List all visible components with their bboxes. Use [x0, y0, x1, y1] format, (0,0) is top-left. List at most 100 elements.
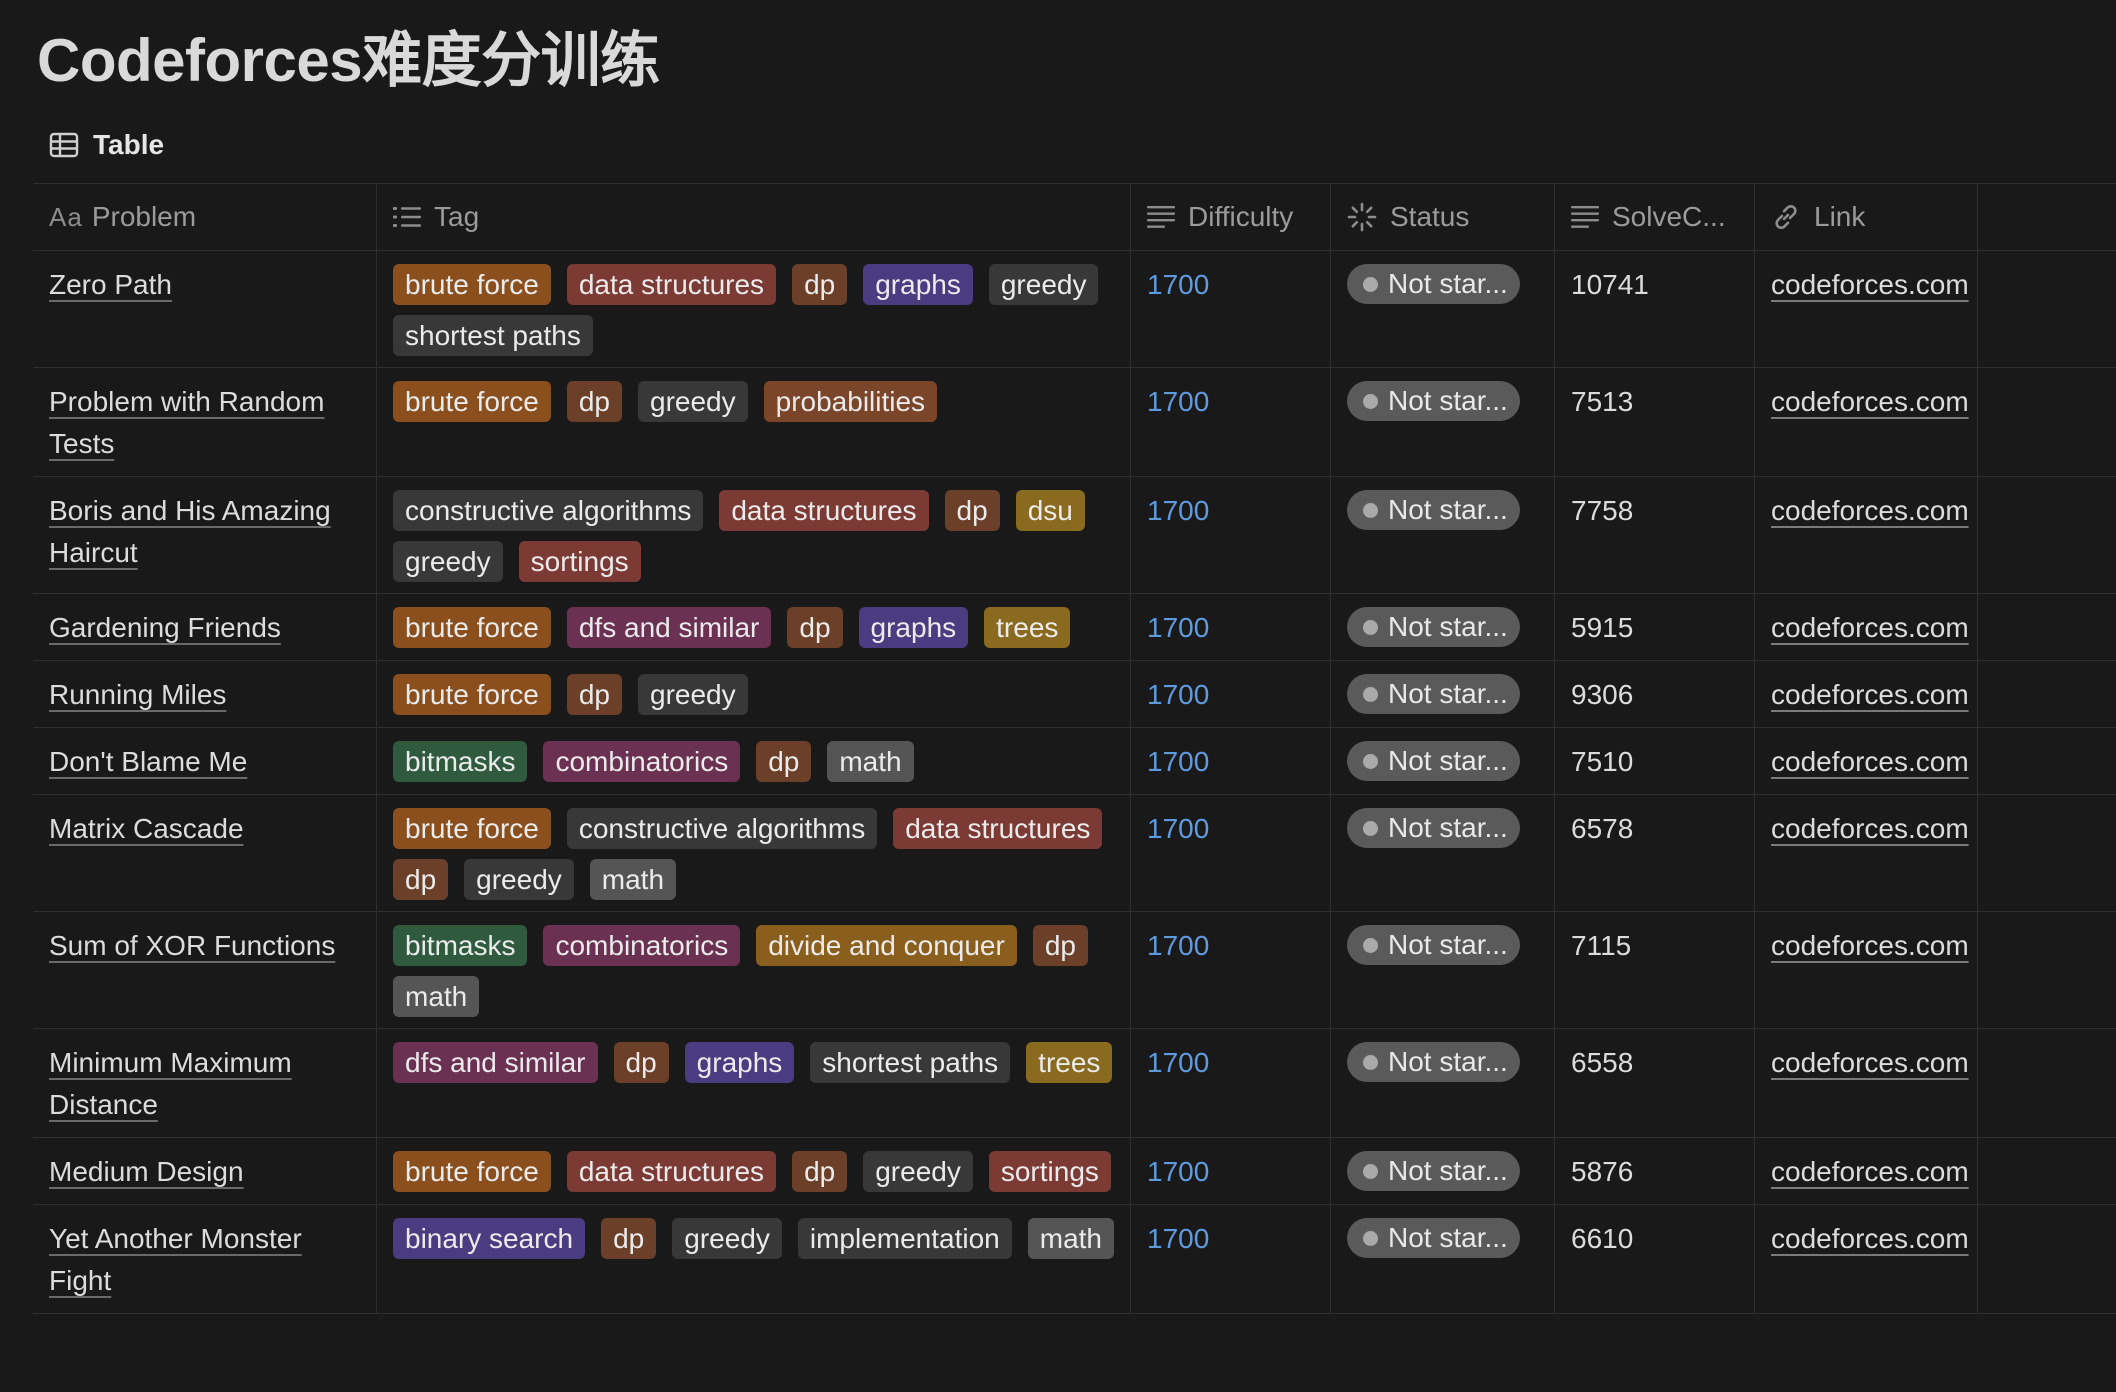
link-cell[interactable]: codeforces.com [1755, 251, 1978, 367]
problem-title[interactable]: Minimum Maximum Distance [49, 1047, 292, 1120]
problem-link[interactable]: codeforces.com [1771, 269, 1969, 300]
column-header-link[interactable]: Link [1755, 184, 1978, 250]
status-badge[interactable]: Not star... [1347, 674, 1520, 714]
difficulty-cell[interactable]: 1700 [1131, 795, 1331, 911]
tag-cell[interactable]: brute force dp greedy [377, 661, 1131, 727]
problem-title[interactable]: Sum of XOR Functions [49, 930, 335, 961]
table-row[interactable]: Problem with Random Tests brute force dp gr… [33, 368, 2116, 477]
solvecount-cell[interactable]: 7758 [1555, 477, 1755, 593]
problem-cell[interactable]: Matrix Cascade [33, 795, 377, 911]
difficulty-cell[interactable]: 1700 [1131, 594, 1331, 660]
link-cell[interactable]: codeforces.com [1755, 661, 1978, 727]
table-row[interactable]: Sum of XOR Functions bitmasks combinatoric… [33, 912, 2116, 1029]
problem-cell[interactable]: Yet Another Monster Fight [33, 1205, 377, 1313]
table-row[interactable]: Medium Design brute force data structures d… [33, 1138, 2116, 1205]
problem-link[interactable]: codeforces.com [1771, 495, 1969, 526]
tag-cell[interactable]: bitmasks combinatorics dp math [377, 728, 1131, 794]
status-badge[interactable]: Not star... [1347, 607, 1520, 647]
problem-title[interactable]: Gardening Friends [49, 612, 281, 643]
status-badge[interactable]: Not star... [1347, 1218, 1520, 1258]
problem-cell[interactable]: Running Miles [33, 661, 377, 727]
problem-link[interactable]: codeforces.com [1771, 930, 1969, 961]
status-badge[interactable]: Not star... [1347, 264, 1520, 304]
column-header-status[interactable]: Status [1331, 184, 1555, 250]
problem-title[interactable]: Boris and His Amazing Haircut [49, 495, 331, 568]
problem-cell[interactable]: Don't Blame Me [33, 728, 377, 794]
status-badge[interactable]: Not star... [1347, 925, 1520, 965]
status-cell[interactable]: Not star... [1331, 368, 1555, 476]
status-cell[interactable]: Not star... [1331, 1138, 1555, 1204]
difficulty-cell[interactable]: 1700 [1131, 477, 1331, 593]
problem-title[interactable]: Yet Another Monster Fight [49, 1223, 302, 1296]
status-cell[interactable]: Not star... [1331, 1205, 1555, 1313]
view-tab-table[interactable]: Table [49, 124, 164, 166]
column-header-problem[interactable]: Aa Problem [33, 184, 377, 250]
table-row[interactable]: Don't Blame Me bitmasks combinatorics dp mat… [33, 728, 2116, 795]
table-row[interactable]: Boris and His Amazing Haircut constructiv… [33, 477, 2116, 594]
problem-title[interactable]: Don't Blame Me [49, 746, 247, 777]
solvecount-cell[interactable]: 5915 [1555, 594, 1755, 660]
problem-cell[interactable]: Medium Design [33, 1138, 377, 1204]
tag-cell[interactable]: dfs and similar dp graphs shortest paths tre… [377, 1029, 1131, 1137]
solvecount-cell[interactable]: 10741 [1555, 251, 1755, 367]
problem-cell[interactable]: Sum of XOR Functions [33, 912, 377, 1028]
link-cell[interactable]: codeforces.com [1755, 368, 1978, 476]
link-cell[interactable]: codeforces.com [1755, 912, 1978, 1028]
tag-cell[interactable]: brute force dp greedy probabilities [377, 368, 1131, 476]
link-cell[interactable]: codeforces.com [1755, 1029, 1978, 1137]
link-cell[interactable]: codeforces.com [1755, 477, 1978, 593]
status-cell[interactable]: Not star... [1331, 661, 1555, 727]
tag-cell[interactable]: brute force dfs and similar dp graphs trees [377, 594, 1131, 660]
problem-title[interactable]: Medium Design [49, 1156, 244, 1187]
difficulty-cell[interactable]: 1700 [1131, 1138, 1331, 1204]
solvecount-cell[interactable]: 7510 [1555, 728, 1755, 794]
tag-cell[interactable]: brute force data structures dp graphs greedy… [377, 251, 1131, 367]
problem-cell[interactable]: Boris and His Amazing Haircut [33, 477, 377, 593]
problem-link[interactable]: codeforces.com [1771, 1223, 1969, 1254]
problem-title[interactable]: Zero Path [49, 269, 172, 300]
solvecount-cell[interactable]: 9306 [1555, 661, 1755, 727]
problem-title[interactable]: Matrix Cascade [49, 813, 244, 844]
problem-link[interactable]: codeforces.com [1771, 386, 1969, 417]
problem-link[interactable]: codeforces.com [1771, 612, 1969, 643]
table-row[interactable]: Yet Another Monster Fight binary search dp… [33, 1205, 2116, 1314]
status-cell[interactable]: Not star... [1331, 594, 1555, 660]
problem-cell[interactable]: Gardening Friends [33, 594, 377, 660]
problem-cell[interactable]: Minimum Maximum Distance [33, 1029, 377, 1137]
problem-link[interactable]: codeforces.com [1771, 1156, 1969, 1187]
table-row[interactable]: Matrix Cascade brute force constructive al… [33, 795, 2116, 912]
column-header-difficulty[interactable]: Difficulty [1131, 184, 1331, 250]
problem-cell[interactable]: Zero Path [33, 251, 377, 367]
problem-cell[interactable]: Problem with Random Tests [33, 368, 377, 476]
status-badge[interactable]: Not star... [1347, 1151, 1520, 1191]
status-cell[interactable]: Not star... [1331, 728, 1555, 794]
solvecount-cell[interactable]: 6610 [1555, 1205, 1755, 1313]
problem-link[interactable]: codeforces.com [1771, 679, 1969, 710]
column-header-solvecount[interactable]: SolveC... [1555, 184, 1755, 250]
column-header-tag[interactable]: Tag [377, 184, 1131, 250]
solvecount-cell[interactable]: 6578 [1555, 795, 1755, 911]
solvecount-cell[interactable]: 6558 [1555, 1029, 1755, 1137]
solvecount-cell[interactable]: 5876 [1555, 1138, 1755, 1204]
status-badge[interactable]: Not star... [1347, 381, 1520, 421]
problem-link[interactable]: codeforces.com [1771, 1047, 1969, 1078]
problem-link[interactable]: codeforces.com [1771, 746, 1969, 777]
tag-cell[interactable]: constructive algorithms data structures dp… [377, 477, 1131, 593]
link-cell[interactable]: codeforces.com [1755, 594, 1978, 660]
link-cell[interactable]: codeforces.com [1755, 1205, 1978, 1313]
solvecount-cell[interactable]: 7115 [1555, 912, 1755, 1028]
status-cell[interactable]: Not star... [1331, 795, 1555, 911]
table-row[interactable]: Running Miles brute force dp greedy 1700 Not … [33, 661, 2116, 728]
tag-cell[interactable]: brute force data structures dp greedy sortin… [377, 1138, 1131, 1204]
difficulty-cell[interactable]: 1700 [1131, 661, 1331, 727]
link-cell[interactable]: codeforces.com [1755, 728, 1978, 794]
difficulty-cell[interactable]: 1700 [1131, 368, 1331, 476]
status-cell[interactable]: Not star... [1331, 912, 1555, 1028]
tag-cell[interactable]: brute force constructive algorithms data s… [377, 795, 1131, 911]
problem-title[interactable]: Running Miles [49, 679, 226, 710]
tag-cell[interactable]: binary search dp greedy implementation math [377, 1205, 1131, 1313]
tag-cell[interactable]: bitmasks combinatorics divide and conquer d… [377, 912, 1131, 1028]
status-cell[interactable]: Not star... [1331, 1029, 1555, 1137]
difficulty-cell[interactable]: 1700 [1131, 912, 1331, 1028]
difficulty-cell[interactable]: 1700 [1131, 251, 1331, 367]
